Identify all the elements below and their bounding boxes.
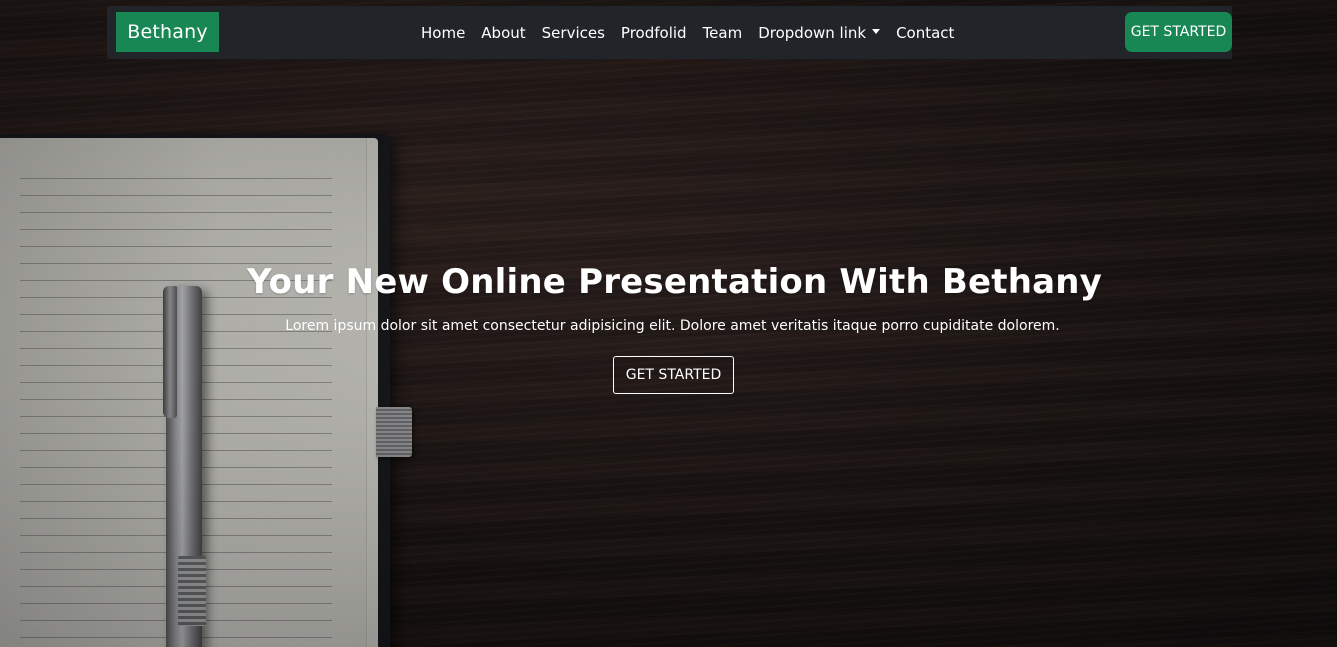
nav-links: Home About Services Prodfolid Team Dropd… [413, 6, 962, 59]
pen-grip-image [178, 556, 206, 626]
nav-link-portfolio[interactable]: Prodfolid [613, 24, 695, 42]
caret-down-icon [872, 28, 881, 34]
hero-section: Bethany Home About Services Prodfolid Te… [0, 0, 1337, 647]
nav-link-about[interactable]: About [473, 24, 533, 42]
nav-link-services[interactable]: Services [534, 24, 613, 42]
nav-link-home[interactable]: Home [413, 24, 473, 42]
pen-clip-image [163, 286, 177, 418]
nav-dropdown-label: Dropdown link [758, 23, 867, 42]
nav-link-contact[interactable]: Contact [888, 24, 962, 42]
get-started-hero-button[interactable]: GET STARTED [613, 356, 734, 394]
nav-dropdown-toggle[interactable]: Dropdown link [750, 24, 888, 42]
hero-subtitle: Lorem ipsum dolor sit amet consectetur a… [285, 318, 1060, 334]
get-started-nav-button[interactable]: GET STARTED [1125, 12, 1232, 52]
brand-logo[interactable]: Bethany [116, 12, 219, 52]
bookmark-ribbon-image [376, 407, 412, 457]
hero-title: Your New Online Presentation With Bethan… [246, 262, 1103, 302]
navbar: Bethany Home About Services Prodfolid Te… [107, 6, 1232, 59]
nav-link-team[interactable]: Team [695, 24, 751, 42]
